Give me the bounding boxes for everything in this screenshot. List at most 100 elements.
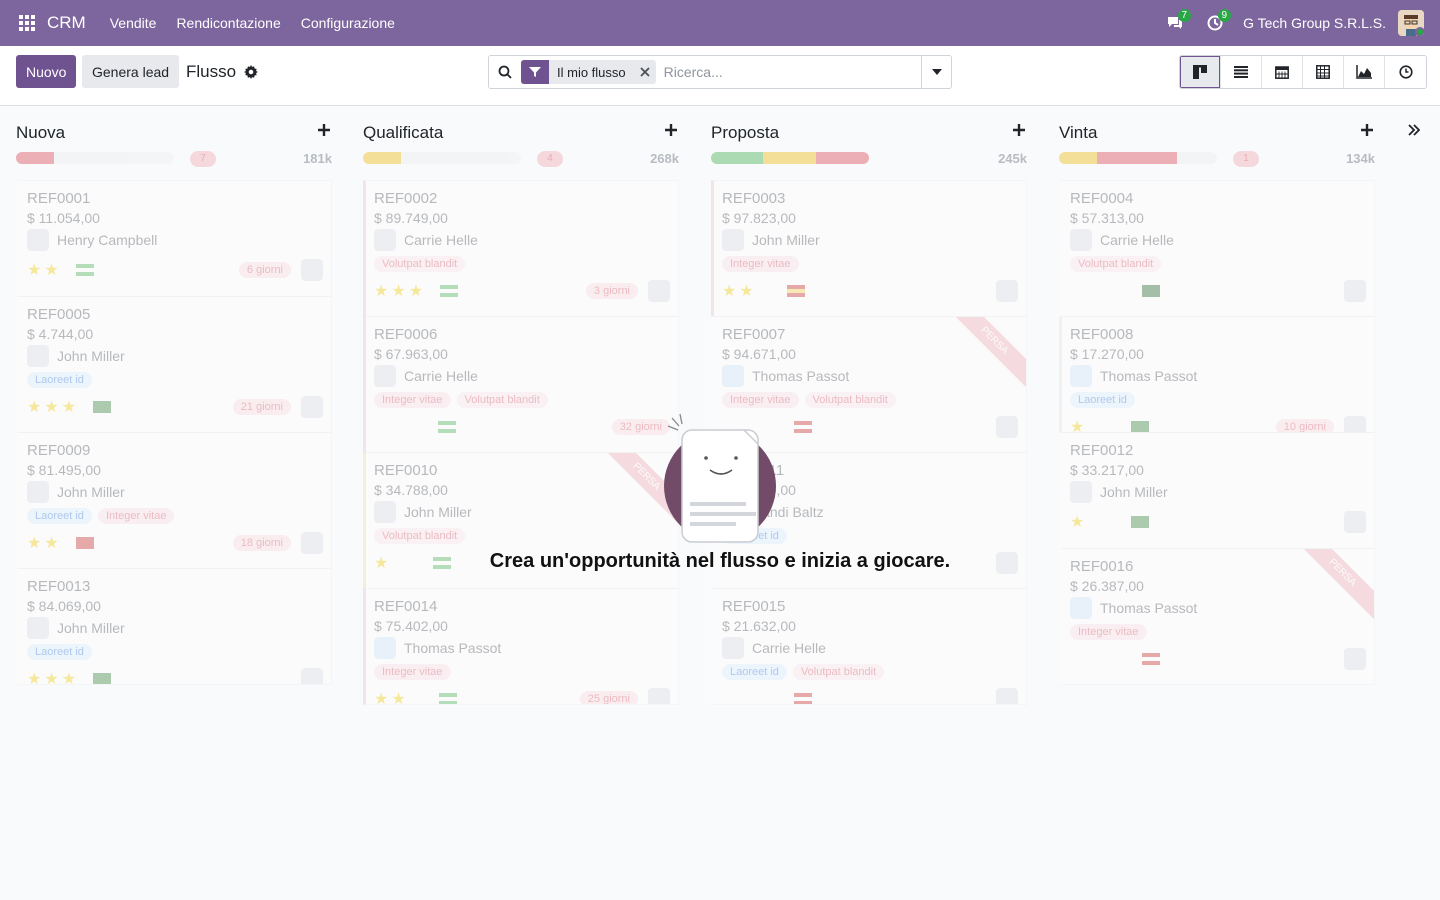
priority-stars[interactable]: ★★ — [27, 260, 62, 280]
kanban-card[interactable]: REF0015 $ 21.632,00 Carrie Helle Laoreet… — [711, 588, 1027, 705]
kanban-column-vinta: Vinta 1 134k REF0004 $ 57.313,00 Carrie … — [1059, 106, 1375, 685]
kanban-card[interactable]: REF0001 $ 11.054,00 Henry Campbell ★★ 6 … — [16, 180, 332, 297]
menu-vendite[interactable]: Vendite — [100, 0, 167, 46]
app-brand[interactable]: CRM — [47, 13, 86, 33]
flag-icon — [440, 285, 459, 297]
view-list[interactable] — [1221, 56, 1262, 88]
facet-remove-icon[interactable] — [634, 67, 656, 77]
view-kanban[interactable] — [1180, 56, 1221, 88]
card-person: Carrie Helle — [374, 229, 670, 251]
priority-stars[interactable]: ★★ — [27, 533, 62, 553]
messages-button[interactable]: 7 — [1155, 0, 1195, 46]
user-avatar[interactable] — [301, 668, 323, 684]
flag-icon — [786, 285, 805, 297]
view-calendar[interactable] — [1262, 56, 1303, 88]
search-input[interactable] — [663, 57, 921, 87]
user-avatar[interactable] — [1344, 280, 1366, 302]
kanban-card[interactable]: REF0009 $ 81.495,00 John Miller Laoreet … — [16, 432, 332, 569]
menu-configurazione[interactable]: Configurazione — [291, 0, 405, 46]
card-ref: REF0003 — [722, 190, 786, 207]
new-button[interactable]: Nuovo — [16, 55, 77, 88]
tag: Volutpat blandit — [456, 392, 548, 408]
card-person: Carrie Helle — [1070, 229, 1366, 251]
user-avatar[interactable] — [1344, 511, 1366, 533]
user-avatar[interactable] — [1344, 416, 1366, 432]
person-avatar — [27, 345, 49, 367]
user-avatar[interactable] — [648, 688, 670, 704]
empty-helper: Crea un'opportunità nel flusso e inizia … — [420, 408, 1020, 573]
priority-stars[interactable]: ★★ — [722, 281, 757, 301]
plus-icon[interactable] — [1011, 122, 1027, 138]
kanban-card[interactable]: REF0014 $ 75.402,00 Thomas Passot Intege… — [363, 588, 679, 705]
card-person: John Miller — [27, 481, 323, 503]
helper-message: Crea un'opportunità nel flusso e inizia … — [489, 550, 951, 572]
app-menu-icon[interactable] — [12, 0, 42, 46]
column-cards: REF0004 $ 57.313,00 Carrie Helle Volutpa… — [1059, 180, 1375, 685]
column-title: Vinta — [1059, 123, 1098, 142]
view-activity[interactable] — [1385, 56, 1426, 88]
column-count-badge: 7 — [190, 151, 216, 167]
column-total: 245k — [998, 151, 1027, 166]
column-progress-bar[interactable] — [711, 152, 869, 164]
kanban-card[interactable]: REF0005 $ 4.744,00 John Miller Laoreet i… — [16, 296, 332, 433]
flag-icon — [75, 537, 94, 549]
card-footer — [722, 684, 1018, 704]
kanban-card[interactable]: REF0002 $ 89.749,00 Carrie Helle Volutpa… — [363, 180, 679, 317]
user-avatar[interactable] — [1344, 648, 1366, 670]
user-avatar[interactable] — [648, 280, 670, 302]
priority-stars[interactable]: ★ — [374, 553, 391, 573]
priority-stars[interactable]: ★ — [1070, 512, 1087, 532]
kanban-card[interactable]: REF0008 $ 17.270,00 Thomas Passot Laoree… — [1059, 316, 1375, 433]
fold-columns-icon[interactable] — [1408, 123, 1421, 141]
priority-stars[interactable]: ★★★ — [27, 669, 79, 684]
tag: Laoreet id — [1070, 392, 1135, 408]
column-progress-bar[interactable] — [363, 152, 521, 164]
priority-stars[interactable]: ★★★ — [27, 397, 79, 417]
generate-lead-button[interactable]: Genera lead — [82, 55, 180, 88]
plus-icon[interactable] — [663, 122, 679, 138]
view-graph[interactable] — [1344, 56, 1385, 88]
card-amount: $ 89.749,00 — [374, 210, 448, 226]
column-progress-bar[interactable] — [16, 152, 174, 164]
card-person: Carrie Helle — [722, 637, 1018, 659]
plus-icon[interactable] — [1359, 122, 1375, 138]
company-switcher[interactable]: G Tech Group S.R.L.S. — [1235, 15, 1398, 31]
priority-stars[interactable]: ★ — [1070, 417, 1087, 432]
user-avatar[interactable] — [1398, 10, 1424, 36]
kanban-card[interactable]: REF0004 $ 57.313,00 Carrie Helle Volutpa… — [1059, 180, 1375, 317]
priority-stars[interactable]: ★★★ — [374, 281, 426, 301]
card-tags: Laoreet id Volutpat blandit — [722, 664, 1018, 680]
search-options-toggle[interactable] — [921, 56, 951, 88]
flag-icon — [93, 401, 112, 413]
person-avatar — [27, 229, 49, 251]
user-avatar[interactable] — [996, 280, 1018, 302]
user-avatar[interactable] — [301, 532, 323, 554]
column-progress-bar[interactable] — [1059, 152, 1217, 164]
tag: Volutpat blandit — [804, 392, 896, 408]
view-pivot[interactable] — [1303, 56, 1344, 88]
person-avatar — [722, 365, 744, 387]
user-avatar[interactable] — [301, 396, 323, 418]
gear-icon[interactable] — [244, 65, 259, 79]
card-amount: $ 21.632,00 — [722, 618, 796, 634]
menu-rendicontazione[interactable]: Rendicontazione — [166, 0, 290, 46]
activities-button[interactable]: 9 — [1195, 0, 1235, 46]
card-amount: $ 81.495,00 — [27, 462, 101, 478]
kanban-card[interactable]: REF0012 $ 33.217,00 John Miller ★ — [1059, 432, 1375, 549]
kanban-card[interactable]: PERSA REF0016 $ 26.387,00 Thomas Passot … — [1059, 548, 1375, 685]
tag: Integer vitae — [374, 664, 451, 680]
column-total: 134k — [1346, 151, 1375, 166]
user-avatar[interactable] — [301, 259, 323, 281]
card-footer: ★ — [1070, 507, 1366, 537]
plus-icon[interactable] — [316, 122, 332, 138]
priority-stars[interactable]: ★★ — [374, 689, 409, 704]
column-title: Nuova — [16, 123, 66, 142]
card-footer: ★★★ 3 giorni — [374, 276, 670, 306]
tag: Laoreet id — [27, 372, 92, 388]
activities-badge: 9 — [1217, 9, 1232, 22]
kanban-card[interactable]: REF0003 $ 97.823,00 John Miller Integer … — [711, 180, 1027, 317]
column-total: 268k — [650, 151, 679, 166]
user-avatar[interactable] — [996, 688, 1018, 704]
person-avatar — [722, 229, 744, 251]
kanban-card[interactable]: REF0013 $ 84.069,00 John Miller Laoreet … — [16, 568, 332, 685]
